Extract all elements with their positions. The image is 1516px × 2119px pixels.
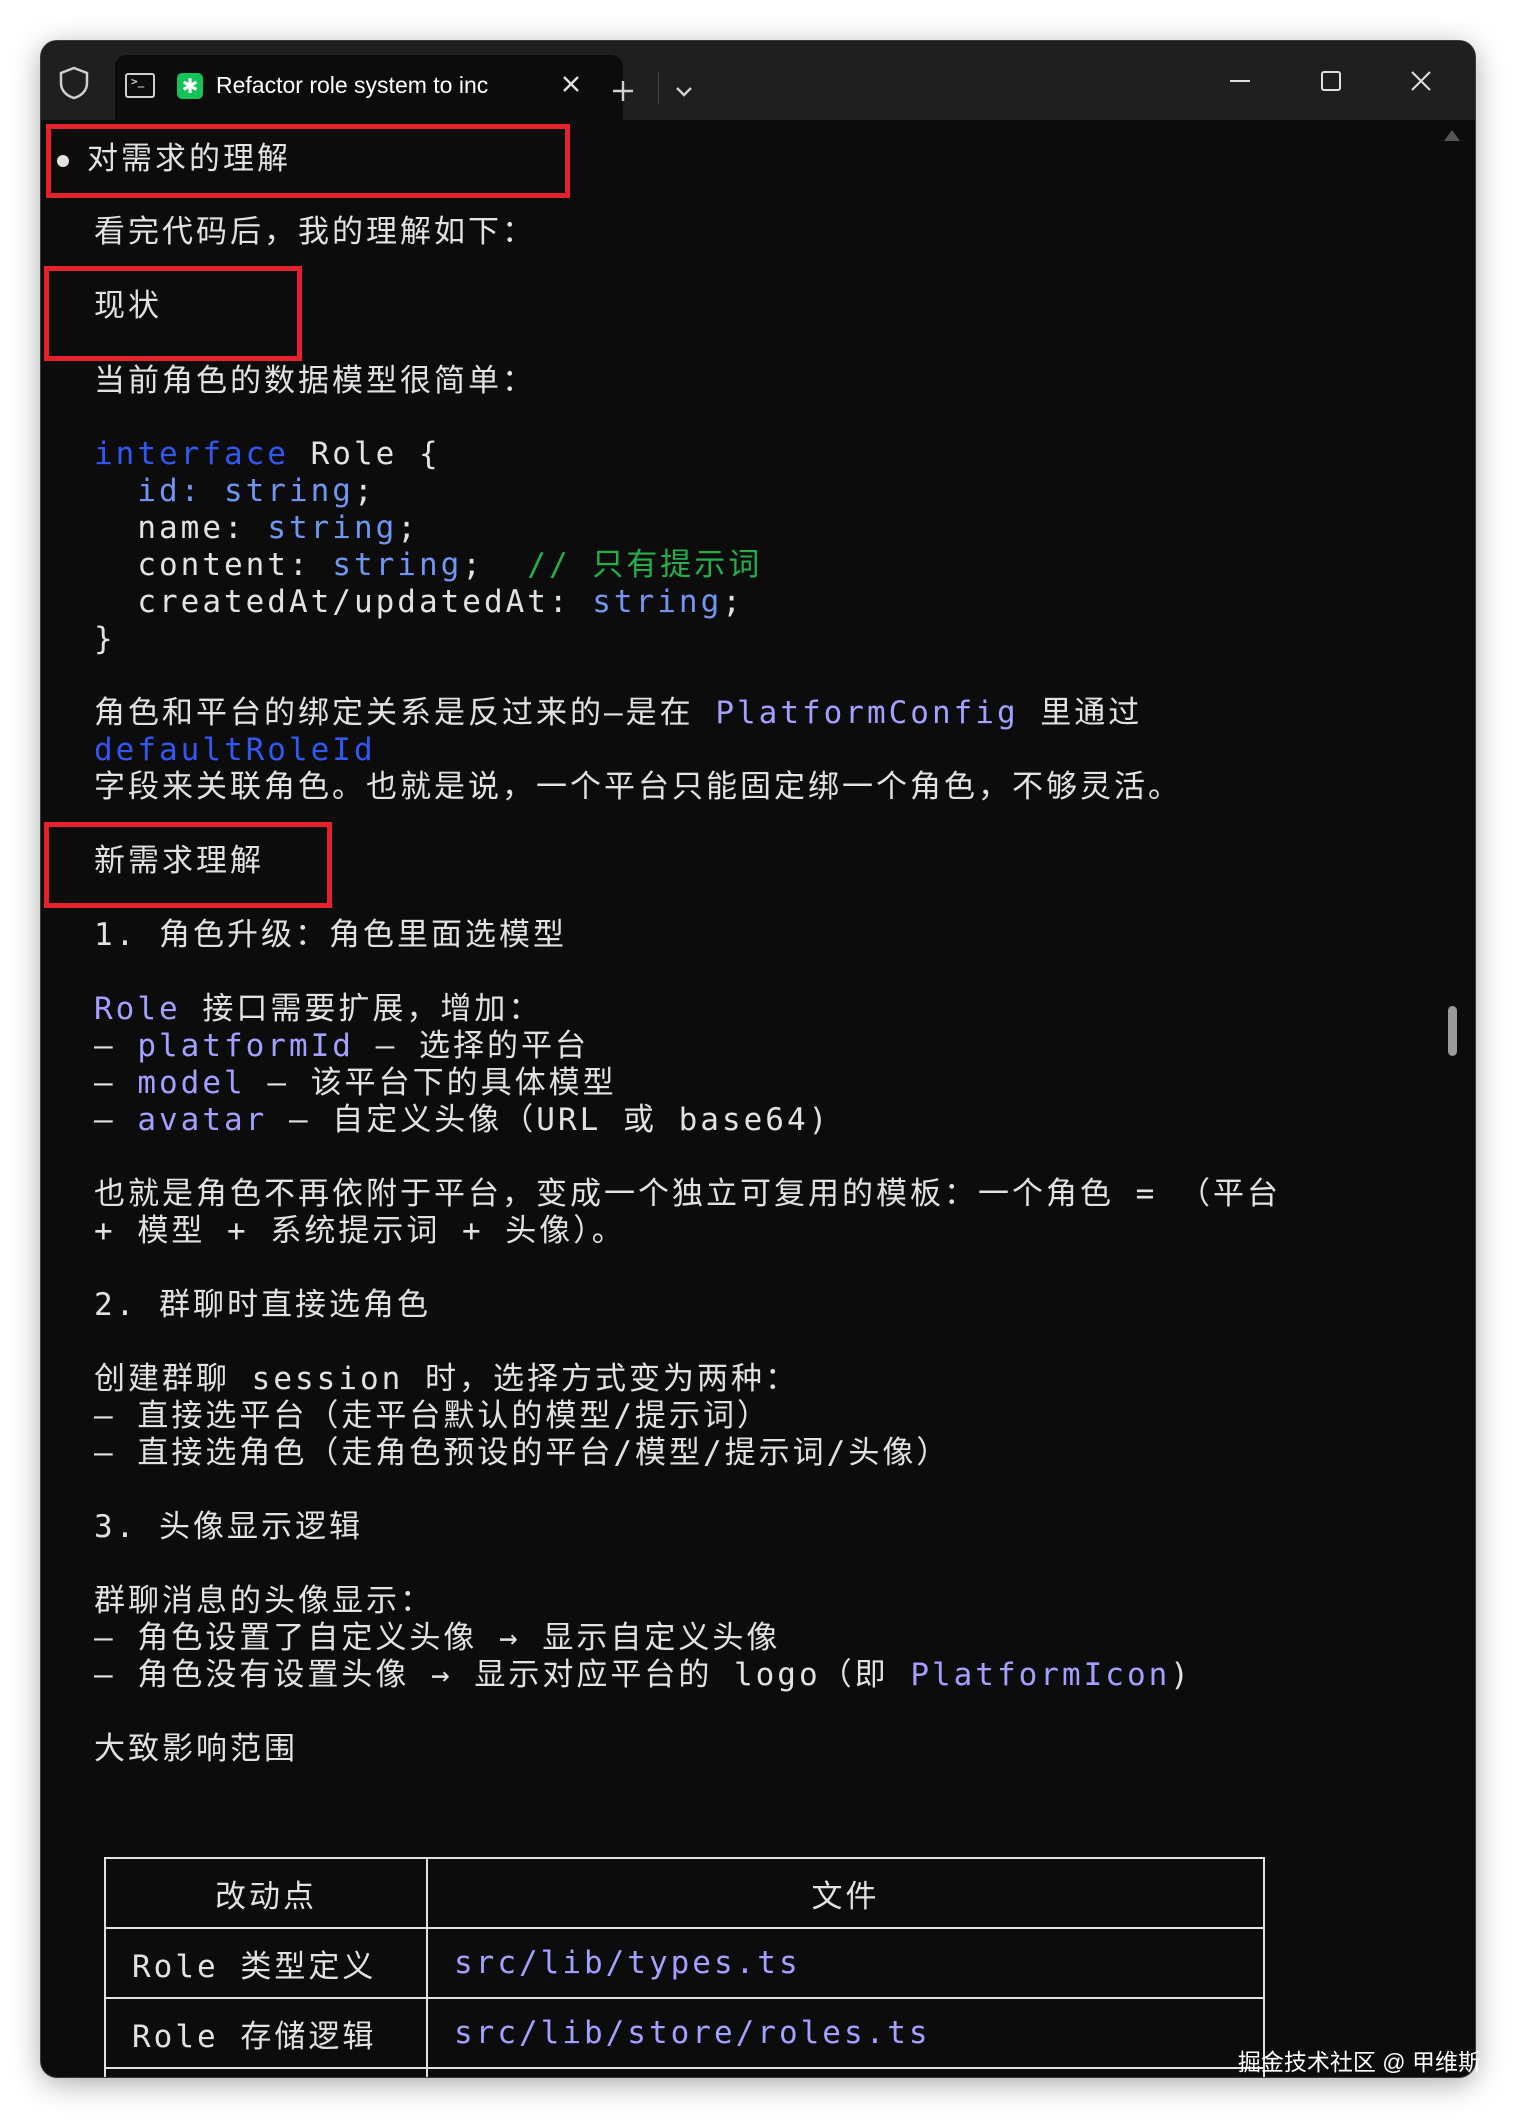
tab-active[interactable]: >_ ✱ Refactor role system to inc bbox=[115, 55, 623, 120]
close-window-icon[interactable] bbox=[1401, 61, 1441, 101]
heading-new-requirements: 新需求理解 bbox=[94, 843, 264, 879]
terminal-window: >_ ✱ Refactor role system to inc 对需求的理解 bbox=[41, 41, 1475, 2077]
status-desc: 当前角色的数据模型很简单： bbox=[94, 363, 536, 399]
heading-scope: 大致影响范围 bbox=[94, 1731, 298, 1767]
heading-status: 现状 bbox=[94, 288, 162, 324]
item1-field: – model – 该平台下的具体模型 bbox=[94, 1065, 617, 1101]
table-cell: Role 类型定义 bbox=[104, 1927, 428, 1999]
close-tab-icon[interactable] bbox=[557, 70, 585, 98]
binding-text: 角色和平台的绑定关系是反过来的—是在 PlatformConfig 里通过 bbox=[94, 695, 1143, 731]
item1-summary-2: + 模型 + 系统提示词 + 头像）。 bbox=[94, 1213, 626, 1249]
item3-line: – 角色设置了自定义头像 → 显示自定义头像 bbox=[94, 1620, 781, 1656]
item1-title: 1. 角色升级：角色里面选模型 bbox=[94, 917, 567, 953]
binding-text-2: 字段来关联角色。也就是说，一个平台只能固定绑一个角色，不够灵活。 bbox=[94, 769, 1182, 805]
title-bar: >_ ✱ Refactor role system to inc bbox=[41, 41, 1475, 120]
item2-title: 2. 群聊时直接选角色 bbox=[94, 1287, 431, 1323]
code-line: content: string; // 只有提示词 bbox=[94, 547, 763, 583]
code-line: createdAt/updatedAt: string; bbox=[94, 584, 744, 620]
item2-intro: 创建群聊 session 时，选择方式变为两种： bbox=[94, 1361, 799, 1397]
code-line: interface Role { bbox=[94, 436, 441, 472]
impact-table: 改动点 文件 Role 类型定义 src/lib/types.ts Role 存… bbox=[104, 1857, 1265, 2077]
highlight-box bbox=[44, 266, 302, 361]
code-line: name: string; bbox=[94, 510, 419, 546]
shield-icon[interactable] bbox=[57, 65, 91, 101]
table-header-cell: 文件 bbox=[426, 1857, 1265, 1929]
divider bbox=[658, 72, 659, 104]
table-cell-file: src/lib/store/roles.ts bbox=[426, 1997, 1265, 2069]
chevron-down-icon[interactable] bbox=[670, 77, 698, 105]
item1-field: – avatar – 自定义头像（URL 或 base64) bbox=[94, 1102, 831, 1138]
table-row bbox=[104, 2067, 1265, 2077]
item3-line: – 角色没有设置头像 → 显示对应平台的 logo（即 PlatformIcon… bbox=[94, 1657, 1192, 1693]
table-cell bbox=[104, 2067, 428, 2077]
table-header-cell: 改动点 bbox=[104, 1857, 428, 1929]
terminal-icon: >_ bbox=[125, 73, 155, 98]
code-line: id: string; bbox=[94, 473, 376, 509]
new-tab-icon[interactable] bbox=[606, 74, 640, 108]
table-cell bbox=[426, 2067, 1265, 2077]
table-header-row: 改动点 文件 bbox=[104, 1857, 1265, 1929]
item1-field: – platformId – 选择的平台 bbox=[94, 1028, 589, 1064]
claude-asterisk-icon: ✱ bbox=[177, 73, 203, 99]
minimize-icon[interactable] bbox=[1220, 61, 1260, 101]
item1-summary: 也就是角色不再依附于平台，变成一个独立可复用的模板：一个角色 = （平台 bbox=[94, 1176, 1281, 1212]
terminal-output[interactable]: 对需求的理解 看完代码后，我的理解如下： 现状 当前角色的数据模型很简单： in… bbox=[41, 120, 1475, 2077]
binding-field: defaultRoleId bbox=[94, 732, 376, 768]
table-cell-file: src/lib/types.ts bbox=[426, 1927, 1265, 1999]
scrollbar-thumb[interactable] bbox=[1448, 1006, 1457, 1056]
bullet-icon bbox=[57, 154, 69, 167]
item3-intro: 群聊消息的头像显示： bbox=[94, 1583, 434, 1619]
item3-title: 3. 头像显示逻辑 bbox=[94, 1509, 363, 1545]
watermark: 掘金技术社区 @ 甲维斯 bbox=[1237, 2049, 1481, 2075]
table-cell: Role 存储逻辑 bbox=[104, 1997, 428, 2069]
code-line: } bbox=[94, 621, 116, 657]
maximize-icon[interactable] bbox=[1311, 61, 1351, 101]
table-row: Role 类型定义 src/lib/types.ts bbox=[104, 1927, 1265, 1999]
item1-intro: Role 接口需要扩展，增加： bbox=[94, 991, 543, 1027]
tab-title: Refactor role system to inc bbox=[216, 72, 489, 98]
scroll-up-arrow-icon[interactable] bbox=[1444, 130, 1460, 141]
item2-line: – 直接选角色（走角色预设的平台/模型/提示词/头像） bbox=[94, 1435, 951, 1471]
intro-text: 看完代码后，我的理解如下： bbox=[94, 214, 536, 250]
table-row: Role 存储逻辑 src/lib/store/roles.ts bbox=[104, 1997, 1265, 2069]
item2-line: – 直接选平台（走平台默认的模型/提示词） bbox=[94, 1398, 771, 1434]
heading-understanding: 对需求的理解 bbox=[57, 141, 291, 177]
